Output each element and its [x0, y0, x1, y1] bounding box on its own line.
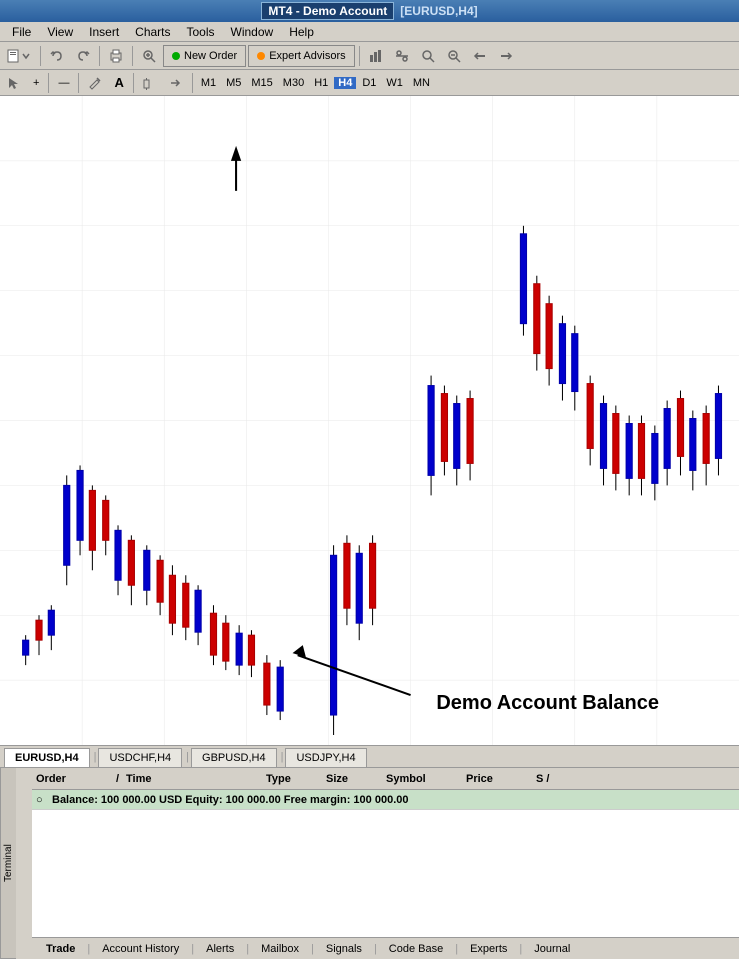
new-order-label: New Order	[184, 50, 237, 62]
menu-bar: File View Insert Charts Tools Window Hel…	[0, 22, 739, 42]
col-header-type[interactable]: Type	[266, 773, 326, 785]
chart-btn2[interactable]	[390, 45, 414, 67]
timeframe-mn[interactable]: MN	[409, 77, 434, 89]
line-btn[interactable]: —	[53, 72, 74, 94]
nav-btn2[interactable]	[494, 45, 518, 67]
balance-text: Balance: 100 000.00 USD Equity: 100 000.…	[52, 794, 408, 806]
terminal-tabs: Trade | Account History | Alerts | Mailb…	[32, 937, 739, 959]
timeframe-label: M1	[197, 77, 220, 89]
col-header-price[interactable]: Price	[466, 773, 536, 785]
tab-account-history[interactable]: Account History	[92, 941, 189, 957]
col-header-symbol[interactable]: Symbol	[386, 773, 466, 785]
print-btn[interactable]	[104, 45, 128, 67]
timeframe-h4-active[interactable]: H4	[334, 77, 356, 89]
toolbar2: + — A M1 M5 M15 M30 H1 H4 D1 W1 MN	[0, 70, 739, 96]
terminal-content: Order / Time Type Size Symbol Price S / …	[32, 768, 739, 959]
crosshair-btn[interactable]: +	[28, 72, 44, 94]
chart-tab-usdchf[interactable]: USDCHF,H4	[98, 748, 182, 767]
title-bar-title: MT4 - Demo Account	[261, 2, 394, 20]
col-header-sl[interactable]: S /	[536, 773, 576, 785]
timeframe-d1[interactable]: D1	[358, 77, 380, 89]
text-btn[interactable]: A	[109, 72, 128, 94]
tab-experts[interactable]: Experts	[460, 941, 517, 957]
balance-icon: ○	[36, 794, 48, 806]
terminal-balance-row: ○ Balance: 100 000.00 USD Equity: 100 00…	[32, 790, 739, 810]
col-header-time[interactable]: Time	[126, 773, 266, 785]
sep7	[133, 73, 134, 93]
title-bar-subtitle: [EURUSD,H4]	[400, 4, 477, 18]
terminal-column-headers: Order / Time Type Size Symbol Price S /	[32, 768, 739, 790]
demo-balance-label: Demo Account Balance	[436, 692, 659, 715]
tab-alerts[interactable]: Alerts	[196, 941, 244, 957]
toolbar1: New Order Expert Advisors	[0, 42, 739, 70]
sep2	[99, 46, 100, 66]
timeframe-h1[interactable]: H1	[310, 77, 332, 89]
period-btn[interactable]	[138, 72, 162, 94]
menu-insert[interactable]: Insert	[81, 23, 127, 41]
terminal-side-label: Terminal	[0, 768, 16, 959]
timeframe-m30[interactable]: M30	[279, 77, 308, 89]
tab-trade[interactable]: Trade	[36, 941, 85, 957]
terminal-panel: Terminal Order / Time Type Size Symbol P…	[0, 768, 739, 959]
chart-tab-usdjpy[interactable]: USDJPY,H4	[285, 748, 366, 767]
terminal-body: Terminal Order / Time Type Size Symbol P…	[0, 768, 739, 959]
chart-area[interactable]: Demo Account	[0, 96, 739, 746]
menu-tools[interactable]: Tools	[179, 23, 223, 41]
tab-signals[interactable]: Signals	[316, 941, 372, 957]
sep3	[132, 46, 133, 66]
undo-btn[interactable]	[45, 45, 69, 67]
sep6	[78, 73, 79, 93]
tab-mailbox[interactable]: Mailbox	[251, 941, 309, 957]
timeframe-w1[interactable]: W1	[382, 77, 407, 89]
expert-label: Expert Advisors	[269, 50, 345, 62]
sep4	[359, 46, 360, 66]
expert-icon	[257, 52, 265, 60]
nav-btn1[interactable]	[468, 45, 492, 67]
new-order-icon	[172, 52, 180, 60]
sep1	[40, 46, 41, 66]
menu-window[interactable]: Window	[223, 23, 282, 41]
menu-help[interactable]: Help	[281, 23, 322, 41]
timeframe-m5[interactable]: M5	[222, 77, 245, 89]
menu-view[interactable]: View	[39, 23, 81, 41]
menu-charts[interactable]: Charts	[127, 23, 178, 41]
chart-tab-gbpusd[interactable]: GBPUSD,H4	[191, 748, 277, 767]
col-header-order[interactable]: Order	[36, 773, 116, 785]
arrow-btn[interactable]	[164, 72, 188, 94]
chart-tab-eurusd[interactable]: EURUSD,H4	[4, 748, 90, 767]
tab-codebase[interactable]: Code Base	[379, 941, 453, 957]
chart-svg	[0, 96, 739, 745]
zoom-btn2[interactable]	[442, 45, 466, 67]
chart-tabs: EURUSD,H4 | USDCHF,H4 | GBPUSD,H4 | USDJ…	[0, 746, 739, 768]
chart-btn1[interactable]	[364, 45, 388, 67]
main-container: MT4 - Demo Account [EURUSD,H4] File View…	[0, 0, 739, 959]
zoom-btn[interactable]	[416, 45, 440, 67]
sep8	[192, 73, 193, 93]
new-order-button[interactable]: New Order	[163, 45, 246, 67]
zoom-in-btn[interactable]	[137, 45, 161, 67]
expert-advisors-button[interactable]: Expert Advisors	[248, 45, 354, 67]
sep5	[48, 73, 49, 93]
tab-journal[interactable]: Journal	[524, 941, 580, 957]
menu-file[interactable]: File	[4, 23, 39, 41]
title-bar: MT4 - Demo Account [EURUSD,H4]	[0, 0, 739, 22]
timeframe-m15[interactable]: M15	[247, 77, 276, 89]
cursor-btn[interactable]	[2, 72, 26, 94]
col-header-size[interactable]: Size	[326, 773, 386, 785]
file-btn[interactable]	[2, 45, 36, 67]
terminal-empty-area	[32, 810, 739, 937]
redo-btn[interactable]	[71, 45, 95, 67]
pencil-btn[interactable]	[83, 72, 107, 94]
